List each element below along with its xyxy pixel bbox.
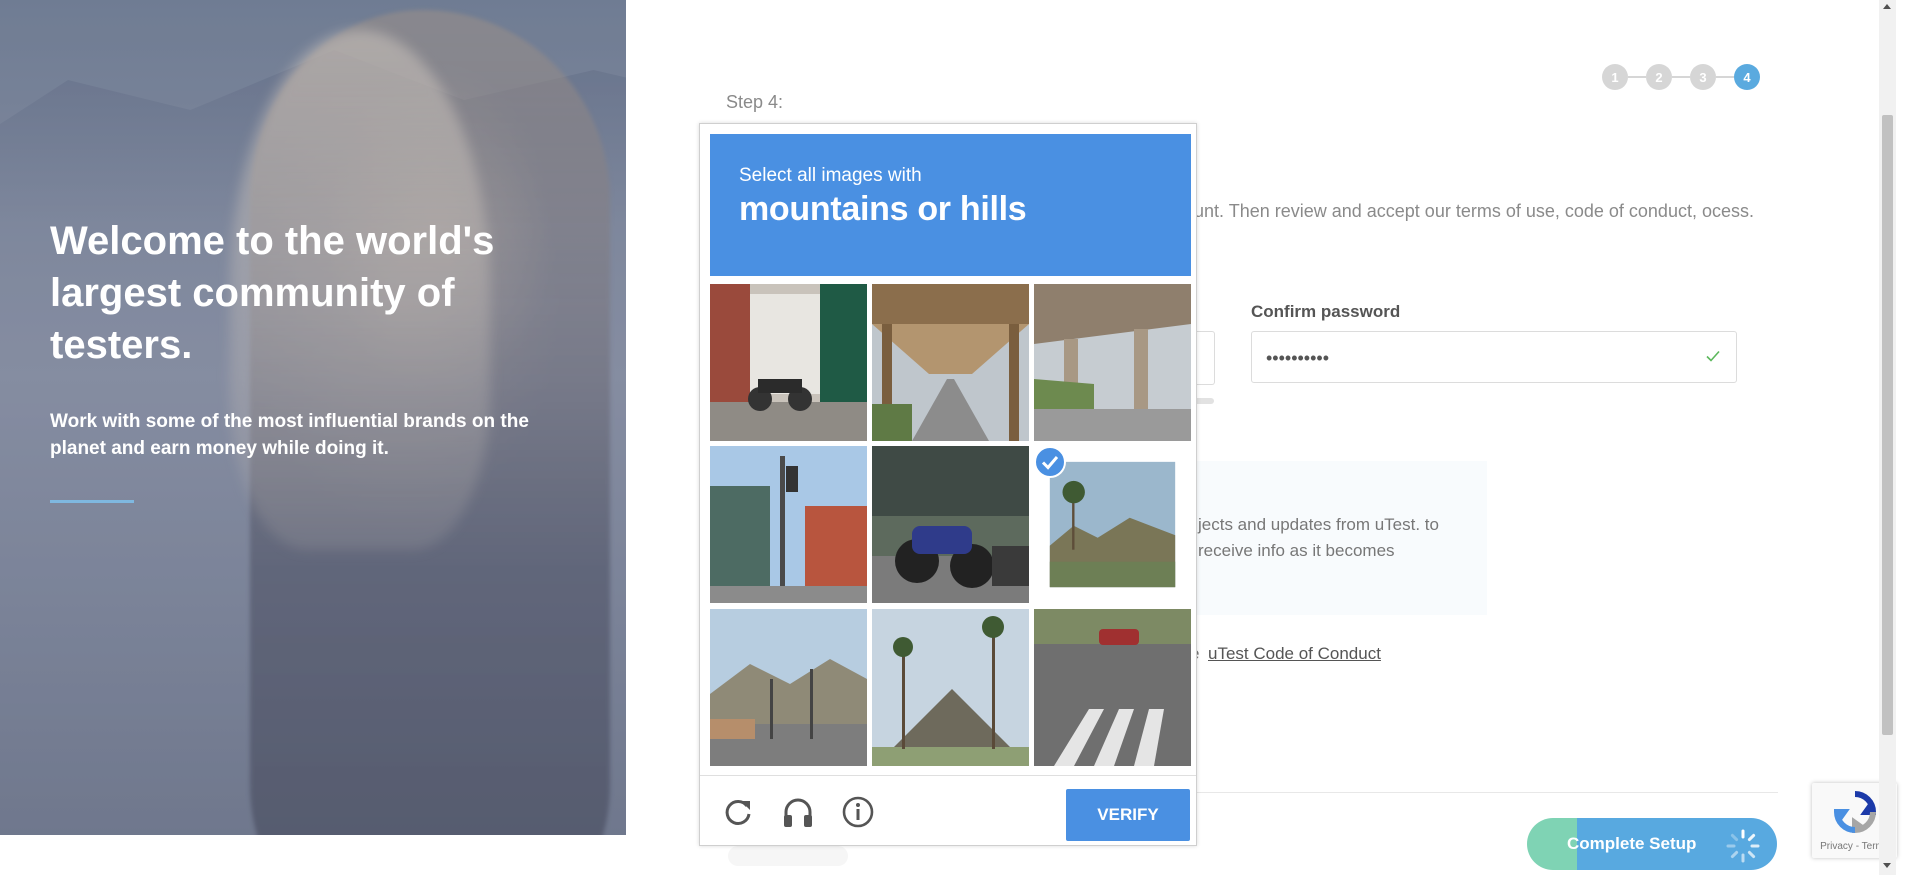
confirm-password-input[interactable]: •••••••••• (1251, 331, 1737, 383)
tile-image-storefront (710, 284, 867, 441)
hero-panel: Welcome to the world's largest community… (0, 0, 626, 835)
step-4-current: 4 (1734, 64, 1760, 90)
recaptcha-challenge: Select all images with mountains or hill… (699, 123, 1197, 846)
scroll-down-arrow-icon[interactable] (1883, 863, 1891, 868)
step-connector (1672, 76, 1690, 78)
captcha-header: Select all images with mountains or hill… (710, 134, 1191, 276)
tile-image-railway (872, 284, 1029, 441)
loading-spinner-icon (1726, 829, 1760, 863)
scroll-up-arrow-icon[interactable] (1883, 4, 1891, 9)
verify-button[interactable]: VERIFY (1066, 789, 1190, 841)
step-indicator: 1 2 3 4 (1602, 64, 1760, 90)
recaptcha-logo-icon (1833, 791, 1877, 834)
selected-check-icon (1034, 446, 1066, 478)
captcha-tile-2[interactable] (872, 284, 1029, 441)
captcha-tile-8[interactable] (872, 609, 1029, 766)
captcha-tile-3[interactable] (1034, 284, 1191, 441)
newsletter-info-text: jects and updates from uTest. to receive… (1198, 515, 1439, 560)
hero-title: Welcome to the world's largest community… (50, 219, 495, 367)
captcha-instruction: Select all images with (739, 165, 922, 186)
tile-image-traffic-light (710, 446, 867, 603)
scrollbar-thumb[interactable] (1882, 115, 1893, 735)
audio-headphones-icon[interactable] (781, 795, 815, 829)
step-3: 3 (1690, 64, 1716, 90)
captcha-footer-divider (700, 775, 1196, 776)
back-button-ghost (728, 846, 848, 866)
step-connector (1716, 76, 1734, 78)
captcha-tile-9[interactable] (1034, 609, 1191, 766)
captcha-tile-1[interactable] (710, 284, 867, 441)
complete-setup-button[interactable]: Complete Setup (1527, 818, 1777, 870)
info-icon[interactable] (841, 795, 875, 829)
valid-check-icon (1706, 350, 1720, 362)
hero-accent-line (50, 500, 134, 503)
tile-image-palm-hill (1049, 461, 1176, 588)
step-label: Step 4: (726, 92, 784, 112)
confirm-password-label: Confirm password (1251, 302, 1401, 321)
tile-image-crosswalk (1034, 609, 1191, 766)
code-of-conduct-link[interactable]: uTest Code of Conduct (1208, 644, 1381, 664)
step-1: 1 (1602, 64, 1628, 90)
form-footer-divider (1194, 792, 1778, 793)
captcha-tile-6-selected[interactable] (1034, 446, 1191, 603)
tile-image-road-mountains (710, 609, 867, 766)
captcha-tile-4[interactable] (710, 446, 867, 603)
tile-image-overpass (1034, 284, 1191, 441)
captcha-target: mountains or hills (739, 190, 1027, 228)
tile-image-palm-mountain (872, 609, 1029, 766)
captcha-tile-5[interactable] (872, 446, 1029, 603)
tile-image-motorcycle (872, 446, 1029, 603)
hero-subtitle: Work with some of the most influential b… (50, 411, 529, 459)
intro-text: unt. Then review and accept our terms of… (1194, 201, 1754, 221)
step-connector (1628, 76, 1646, 78)
reload-icon[interactable] (721, 795, 755, 829)
complete-setup-label: Complete Setup (1567, 834, 1697, 853)
captcha-tile-7[interactable] (710, 609, 867, 766)
step-2: 2 (1646, 64, 1672, 90)
